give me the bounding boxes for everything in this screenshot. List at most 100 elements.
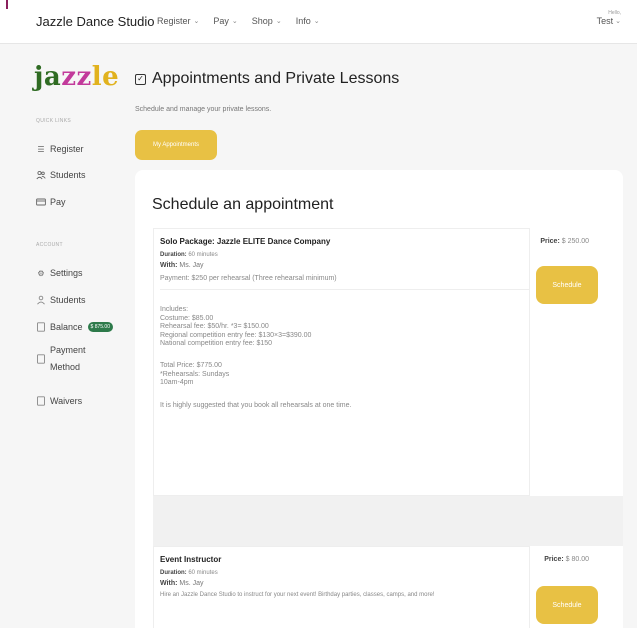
appointment-body: Event Instructor Duration: 60 minutes Wi… <box>154 547 572 607</box>
detail-line: Includes: <box>160 306 189 314</box>
quick-links-label: QUICK LINKS <box>36 118 71 124</box>
nav-pay-label: Pay <box>213 16 229 26</box>
price-key: Price: <box>540 238 560 245</box>
sidebar-item-settings[interactable]: ⚙ Settings <box>36 268 83 278</box>
nav-pay[interactable]: Pay ⌄ <box>213 16 237 26</box>
nav-info[interactable]: Info ⌄ <box>296 16 320 26</box>
sidebar-item-balance[interactable]: Balance $ 875.00 <box>36 322 113 332</box>
list-icon: ☰ <box>37 144 45 154</box>
sidebar-item-label: Students <box>50 295 86 305</box>
account-label: ACCOUNT <box>36 242 63 248</box>
appointment-price: Price: $ 250.00 <box>540 238 589 245</box>
detail-spacer <box>160 348 566 362</box>
detail-line: 10am-4pm <box>160 379 194 387</box>
sidebar-item-label: Settings <box>50 268 83 278</box>
appointment-solo-package: Solo Package: Jazzle ELITE Dance Company… <box>153 228 573 496</box>
payment-method-line-1: Payment <box>50 345 86 355</box>
duration-key: Duration: <box>160 252 187 258</box>
user-icon <box>36 295 46 305</box>
calendar-check-icon: ✓ <box>135 73 146 85</box>
user-menu[interactable]: Hello, Test ⌄ <box>597 10 621 26</box>
brand-name[interactable]: Jazzle Dance Studio <box>36 14 155 29</box>
page-title: ✓ Appointments and Private Lessons <box>135 70 399 88</box>
chevron-down-icon: ⌄ <box>615 18 621 25</box>
my-appointments-button[interactable]: My Appointments <box>135 130 217 160</box>
top-bar: Jazzle Dance Studio Register ⌄ Pay ⌄ Sho… <box>0 0 637 44</box>
appointment-name: Solo Package: Jazzle ELITE Dance Company <box>160 237 331 246</box>
sidebar-item-label: Waivers <box>50 396 83 406</box>
sidebar-item-pay[interactable]: Pay <box>36 197 66 207</box>
detail-line: Rehearsal fee: $50/hr. *3= $150.00 <box>160 323 269 331</box>
sidebar-item-label: Pay <box>50 197 66 207</box>
schedule-button[interactable]: Schedule <box>536 266 598 304</box>
appointment-with: With: Ms. Jay <box>160 262 566 269</box>
detail-line: National competition entry fee: $150 <box>160 339 273 347</box>
nav-register[interactable]: Register ⌄ <box>157 16 199 26</box>
sidebar-item-register[interactable]: ☰ Register <box>36 144 84 154</box>
document-icon <box>36 396 46 406</box>
price-column: Price: $ 80.00 Schedule <box>529 546 601 628</box>
sidebar-item-label: Students <box>50 170 86 180</box>
appointment-payment: Payment: $250 per rehearsal (Three rehea… <box>160 275 337 282</box>
detail-spacer <box>160 388 566 402</box>
chevron-down-icon: ⌄ <box>193 18 200 25</box>
sidebar-item-label: Register <box>50 144 84 154</box>
detail-line: It is highly suggested that you book all… <box>160 401 352 409</box>
chevron-down-icon: ⌄ <box>231 18 238 25</box>
appointment-price: Price: $ 80.00 <box>544 556 589 563</box>
sidebar-item-label: Balance <box>50 322 83 332</box>
sidebar: jazzle QUICK LINKS ☰ Register Students P… <box>0 44 130 628</box>
balance-badge: $ 875.00 <box>87 322 113 332</box>
chevron-down-icon: ⌄ <box>313 18 320 25</box>
sidebar-item-waivers[interactable]: Waivers <box>36 396 82 406</box>
card-icon <box>36 197 46 207</box>
duration-value: 60 minutes <box>188 252 218 258</box>
detail-line: Costume: $85.00 <box>160 314 214 322</box>
detail-line: Regional competition entry fee: $130×3=$… <box>160 331 312 339</box>
accent-line <box>6 0 8 9</box>
price-key: Price: <box>544 556 564 563</box>
sidebar-item-label: Payment Method <box>50 342 86 376</box>
with-key: With: <box>160 580 178 587</box>
schedule-button[interactable]: Schedule <box>536 586 598 624</box>
document-icon <box>36 354 46 364</box>
appointment-name: Event Instructor <box>160 555 222 564</box>
gear-icon: ⚙ <box>37 268 45 278</box>
price-column: Price: $ 250.00 Schedule <box>529 228 601 496</box>
document-icon <box>36 322 46 332</box>
with-value: Ms. Jay <box>179 580 204 587</box>
nav-shop-label: Shop <box>251 16 273 26</box>
chevron-down-icon: ⌄ <box>275 18 282 25</box>
appointment-description: Hire an Jazzle Dance Studio to instruct … <box>160 592 435 598</box>
price-value: $ 80.00 <box>565 556 589 563</box>
with-key: With: <box>160 262 178 269</box>
payment-method-line-2: Method <box>50 362 81 372</box>
sidebar-item-payment-method[interactable]: Payment Method <box>36 342 86 376</box>
nav-info-label: Info <box>295 16 311 26</box>
user-name-row: Test ⌄ <box>597 16 621 26</box>
logo-part-1: ja <box>34 62 62 92</box>
appointment-details: Includes: Costume: $85.00 Rehearsal fee:… <box>160 306 566 410</box>
users-icon <box>36 170 46 180</box>
sidebar-item-students[interactable]: Students <box>36 170 86 180</box>
logo-part-3: le <box>91 62 120 92</box>
appointment-event-instructor: Event Instructor Duration: 60 minutes Wi… <box>153 546 573 628</box>
page-title-text: Appointments and Private Lessons <box>152 70 400 87</box>
duration-value: 60 minutes <box>188 570 218 576</box>
nav-register-label: Register <box>157 16 191 26</box>
appointment-body: Solo Package: Jazzle ELITE Dance Company… <box>154 229 572 418</box>
user-name: Test <box>596 16 614 26</box>
schedule-card: Schedule an appointment Solo Package: Ja… <box>135 170 623 628</box>
logo-part-2: zz <box>61 62 92 92</box>
duration-key: Duration: <box>160 570 187 576</box>
top-nav: Register ⌄ Pay ⌄ Shop ⌄ Info ⌄ <box>157 16 320 26</box>
appointment-duration: Duration: 60 minutes <box>160 570 566 576</box>
appointment-duration: Duration: 60 minutes <box>160 252 566 258</box>
card-title: Schedule an appointment <box>152 196 334 213</box>
detail-line: Total Price: $775.00 <box>160 362 222 370</box>
detail-line: *Rehearsals: Sundays <box>160 370 230 378</box>
sidebar-item-account-students[interactable]: Students <box>36 295 86 305</box>
jazzle-logo[interactable]: jazzle <box>34 62 119 92</box>
appointment-with: With: Ms. Jay <box>160 580 566 587</box>
nav-shop[interactable]: Shop ⌄ <box>252 16 282 26</box>
